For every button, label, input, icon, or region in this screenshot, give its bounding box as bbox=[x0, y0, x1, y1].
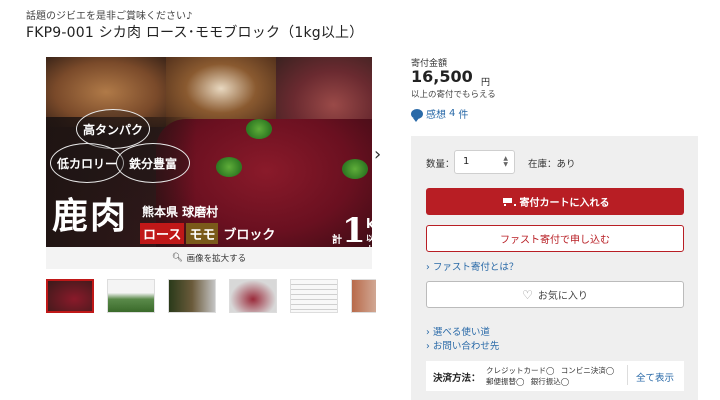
price-unit: 円 bbox=[481, 78, 491, 88]
cut-thigh: モモ bbox=[186, 223, 219, 244]
quantity-value: 1 bbox=[463, 156, 470, 167]
badge-low-calorie: 低カロリー bbox=[50, 143, 124, 183]
next-image-arrow-icon[interactable]: › bbox=[374, 144, 381, 165]
thumbnail[interactable] bbox=[107, 279, 155, 313]
chevron-right-icon: › bbox=[426, 262, 430, 273]
price-note: 以上の寄付でもらえる bbox=[411, 90, 496, 100]
thumbnail[interactable] bbox=[46, 279, 94, 313]
payment-method: 郵便振替◯ bbox=[486, 377, 525, 386]
contact-label: お問い合わせ先 bbox=[432, 341, 500, 352]
fast-donate-button[interactable]: ファスト寄付で申し込む bbox=[426, 225, 684, 252]
herb-garnish bbox=[216, 157, 242, 177]
thumbnail[interactable] bbox=[351, 279, 376, 313]
usage-options-label: 選べる使い道 bbox=[432, 327, 490, 338]
reviews-count: 4 bbox=[449, 108, 456, 119]
hero-cuts: ロース モモ ブロック bbox=[140, 223, 278, 244]
fast-donate-info-link[interactable]: › ファスト寄付とは？ bbox=[426, 259, 518, 273]
search-icon: 🔍︎ bbox=[171, 253, 183, 263]
zoom-label: 画像を拡大する bbox=[186, 254, 247, 264]
chevron-right-icon: › bbox=[426, 341, 430, 352]
favorite-button[interactable]: ♡ お気に入り bbox=[426, 281, 684, 308]
hero-origin: 熊本県 球磨村 bbox=[142, 205, 219, 219]
fast-donate-info-label: ファスト寄付とは？ bbox=[432, 262, 519, 273]
payment-method: 銀行振込◯ bbox=[530, 377, 570, 386]
product-tagline: 話題のジビエを是非ご賞味ください♪ bbox=[26, 11, 193, 22]
weight-number: 1 bbox=[342, 211, 366, 247]
add-to-cart-label: 寄付カートに入れる bbox=[519, 198, 610, 209]
add-to-cart-button[interactable]: 寄付カートに入れる bbox=[426, 188, 684, 215]
reviews-suffix: 件 bbox=[458, 110, 469, 121]
stock-status: 在庫：あり bbox=[528, 159, 576, 170]
zoom-image-button[interactable]: 🔍︎ 画像を拡大する bbox=[46, 247, 372, 269]
payment-method: クレジットカード◯ bbox=[486, 366, 555, 375]
thumbnail[interactable] bbox=[290, 279, 338, 313]
reviews-label: 感想 bbox=[426, 110, 446, 121]
badge-iron-rich: 鉄分豊富 bbox=[116, 143, 190, 183]
herb-garnish bbox=[246, 119, 272, 139]
usage-options-link[interactable]: › 選べる使い道 bbox=[426, 324, 490, 338]
payment-methods: クレジットカード◯ コンビニ決済◯ 郵便振替◯ 銀行振込◯ bbox=[486, 365, 620, 387]
thumbnail[interactable] bbox=[168, 279, 216, 313]
favorite-label: お気に入り bbox=[537, 291, 588, 302]
weight-suffix: 以上 bbox=[366, 234, 372, 247]
product-main-image[interactable]: 高タンパク 低カロリー 鉄分豊富 鹿肉 熊本県 球磨村 ロース モモ ブロック … bbox=[46, 57, 372, 247]
stepper-arrows-icon: ▲ ▼ bbox=[503, 155, 508, 168]
weight-prefix: 計 bbox=[332, 235, 342, 246]
thumbnail[interactable] bbox=[229, 279, 277, 313]
thumbnail-strip bbox=[46, 279, 376, 315]
payment-label: 決済方法： bbox=[433, 373, 481, 384]
speech-bubble-icon bbox=[411, 108, 423, 122]
cut-block: ブロック bbox=[223, 228, 276, 243]
cut-loin: ロース bbox=[140, 223, 185, 244]
heart-icon: ♡ bbox=[522, 287, 533, 302]
weight-unit: kg bbox=[366, 217, 372, 232]
contact-link[interactable]: › お問い合わせ先 bbox=[426, 338, 499, 352]
cart-icon bbox=[501, 197, 516, 207]
product-title: FKP9-001 シカ肉 ロース･モモブロック（1kg以上） bbox=[26, 25, 364, 41]
payment-method: コンビニ決済◯ bbox=[560, 366, 615, 375]
chevron-right-icon: › bbox=[426, 327, 430, 338]
quantity-select[interactable]: 1 ▲ ▼ bbox=[454, 150, 515, 174]
price-amount: 16,500 bbox=[411, 67, 473, 86]
quantity-label: 数量： bbox=[426, 159, 455, 170]
hero-kanji-venison: 鹿肉 bbox=[52, 195, 129, 237]
herb-garnish bbox=[342, 159, 368, 179]
divider bbox=[627, 365, 628, 385]
show-all-payments-link[interactable]: 全て表示 bbox=[636, 370, 674, 384]
reviews-link[interactable]: 感想 4 件 bbox=[411, 106, 469, 122]
